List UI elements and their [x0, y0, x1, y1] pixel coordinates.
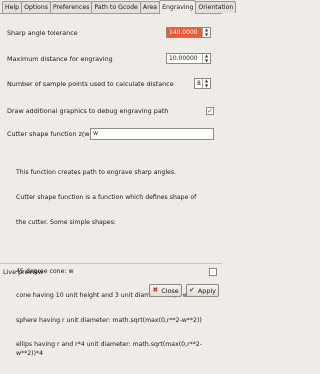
- sharp-angle-stepper[interactable]: ▲ ▼: [202, 28, 210, 37]
- tab-orientation[interactable]: Orientation: [195, 1, 237, 13]
- live-preview-label: Live preview: [3, 268, 44, 276]
- tab-area[interactable]: Area: [139, 1, 161, 13]
- description-line: This function creates path to engrave sh…: [16, 169, 177, 177]
- decrement-arrow-icon[interactable]: ▼: [205, 33, 208, 37]
- max-distance-spinbox[interactable]: 10.00000 ▲ ▼: [166, 53, 211, 64]
- max-distance-value[interactable]: 10.00000: [167, 54, 202, 63]
- description-line: Cutter shape function is a function whic…: [16, 194, 197, 202]
- example-line: sphere having r unit diameter: math.sqrt…: [16, 316, 202, 324]
- divider: [0, 263, 222, 264]
- close-button[interactable]: ✖ Close: [149, 284, 182, 297]
- sample-points-label: Number of sample points used to calculat…: [7, 80, 174, 88]
- sharp-angle-spinbox[interactable]: 140.0000 ▲ ▼: [166, 27, 211, 38]
- tab-bar: Help Options Preferences Path to Gcode A…: [0, 0, 237, 14]
- sample-points-value[interactable]: 8: [195, 79, 202, 88]
- example-line: ellips having r and r*4 unit diameter: m…: [16, 341, 202, 357]
- tab-preferences[interactable]: Preferences: [49, 1, 93, 13]
- decrement-arrow-icon[interactable]: ▼: [205, 59, 208, 63]
- example-line: 45 degree cone: w: [16, 267, 74, 275]
- max-distance-label: Maximum distance for engraving: [7, 55, 113, 63]
- apply-label: Apply: [197, 286, 216, 295]
- sharp-angle-label: Sharp angle tolerance: [7, 29, 78, 37]
- sharp-angle-value[interactable]: 140.0000: [167, 28, 202, 37]
- apply-button[interactable]: ✔ Apply: [186, 284, 219, 297]
- tab-path-to-gcode[interactable]: Path to Gcode: [91, 1, 141, 13]
- engraving-panel: Sharp angle tolerance 140.0000 ▲ ▼ Maximu…: [0, 14, 222, 357]
- live-preview-checkbox[interactable]: [209, 268, 217, 276]
- draw-debug-label: Draw additional graphics to debug engrav…: [7, 107, 169, 115]
- sample-points-spinbox[interactable]: 8 ▲ ▼: [194, 78, 211, 89]
- check-icon: ✔: [189, 286, 195, 294]
- cutter-shape-input[interactable]: w: [90, 128, 214, 140]
- max-distance-stepper[interactable]: ▲ ▼: [202, 54, 210, 63]
- sample-points-stepper[interactable]: ▲ ▼: [202, 79, 210, 88]
- cutter-shape-label: Cutter shape function z(w)=: [7, 130, 98, 138]
- tab-options[interactable]: Options: [21, 1, 51, 13]
- tab-help[interactable]: Help: [2, 1, 23, 13]
- close-label: Close: [161, 286, 179, 295]
- decrement-arrow-icon[interactable]: ▼: [205, 84, 208, 88]
- tab-engraving[interactable]: Engraving: [159, 0, 197, 14]
- draw-debug-checkbox[interactable]: ✓: [206, 107, 214, 115]
- description-line: the cutter. Some simple shapes:: [16, 218, 116, 226]
- close-icon: ✖: [152, 286, 159, 294]
- checkmark-icon: ✓: [207, 107, 213, 115]
